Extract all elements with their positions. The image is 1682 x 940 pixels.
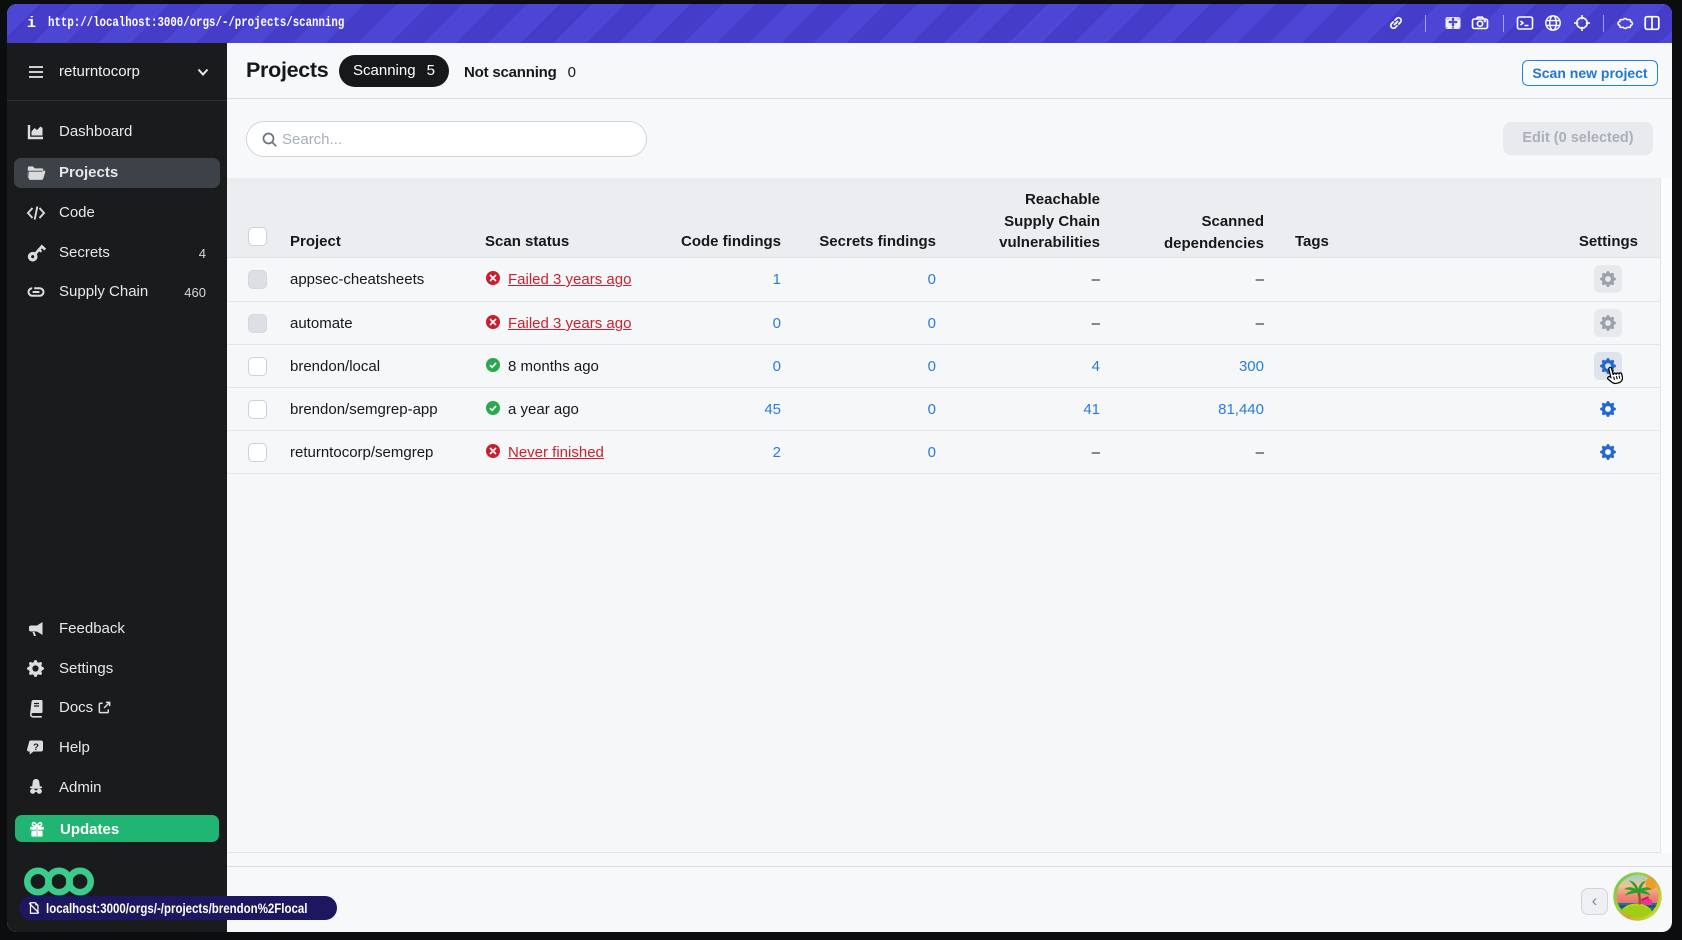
svg-text:?: ? bbox=[33, 742, 39, 753]
